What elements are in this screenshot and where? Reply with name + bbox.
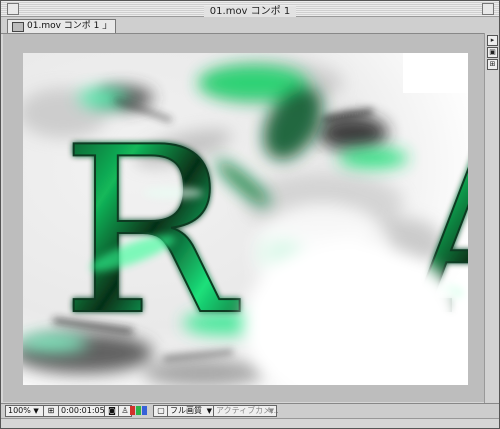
resolution-value: フル画質 [170, 406, 202, 415]
letter-r: R [61, 99, 240, 366]
resolution-menu[interactable]: フル画質 ▼ [167, 405, 215, 417]
tab-row: 01.mov コンポ 1 ⅃ [1, 17, 499, 34]
blue-channel-icon[interactable] [142, 406, 147, 415]
composition-frame: R A [23, 53, 468, 385]
safe-margins-icon[interactable]: ⊞ [43, 405, 59, 417]
grid-icon[interactable]: ⊞ [487, 59, 498, 70]
zoom-value: 100% [8, 406, 31, 415]
composition-icon [12, 21, 24, 32]
lock-icon: ⅃ [102, 22, 107, 31]
zoom-menu[interactable]: 100% ▼ [5, 405, 45, 417]
chevron-down-icon: ▼ [33, 407, 39, 415]
side-panel: ▸ ▣ ⊞ [484, 33, 499, 403]
composition-window: 01.mov コンポ 1 01.mov コンポ 1 ⅃ ▸ ▣ ⊞ R 100%… [0, 0, 500, 429]
green-channel-icon[interactable] [136, 406, 141, 415]
chevron-down-icon: ▼ [268, 407, 274, 415]
tab-composition[interactable]: 01.mov コンポ 1 ⅃ [7, 19, 116, 33]
composition-toolbar: 100% ▼ ⊞ 0:00:01:05 ◙ ♙ ▢ フル画質 ▼ アクティブカメ… [1, 403, 499, 419]
red-channel-icon[interactable] [130, 406, 135, 415]
zoom-box[interactable] [482, 3, 494, 15]
panel-menu-arrow-icon[interactable]: ▸ [487, 35, 498, 46]
flowchart-icon[interactable]: ▣ [487, 47, 498, 58]
title-bar[interactable]: 01.mov コンポ 1 [1, 1, 499, 17]
window-title-text: 01.mov コンポ 1 [203, 6, 297, 17]
tab-label: 01.mov コンポ 1 [27, 21, 100, 31]
camera-view-menu[interactable]: アクティブカメ... ▼ [213, 405, 279, 417]
window-title: 01.mov コンポ 1 [1, 2, 499, 17]
composition-canvas[interactable]: R A [23, 53, 468, 385]
chevron-down-icon: ▼ [206, 407, 212, 415]
timecode-display[interactable]: 0:00:01:05 [58, 405, 106, 417]
